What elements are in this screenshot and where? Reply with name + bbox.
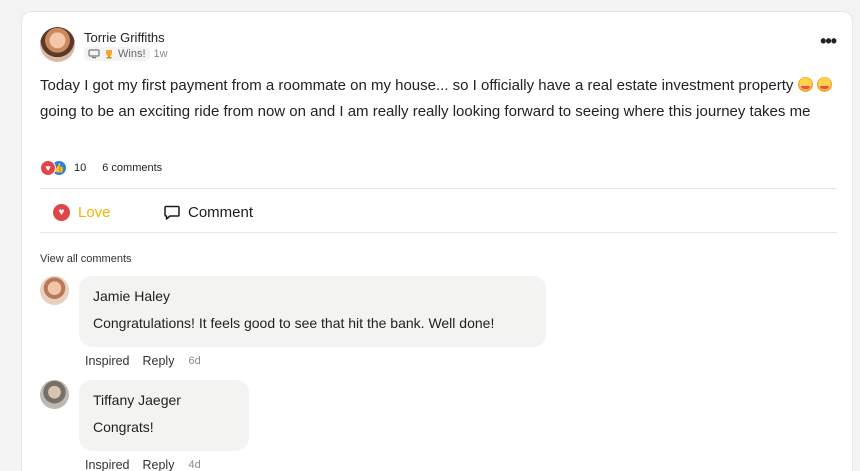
post-card: Torrie Griffiths Wins! 1w ••• Today I go… (21, 11, 853, 471)
author-avatar[interactable] (40, 27, 75, 62)
post-text: Today I got my first payment from a room… (40, 77, 794, 94)
comment-actions: Inspired Reply 6d (85, 354, 201, 368)
comment-time: 6d (188, 355, 201, 367)
monitor-icon (88, 49, 100, 59)
view-all-comments-link[interactable]: View all comments (40, 253, 132, 265)
divider (40, 188, 837, 189)
comment-author[interactable]: Tiffany Jaeger (93, 392, 235, 408)
avatar[interactable] (40, 276, 69, 305)
post-body: Today I got my first payment from a room… (40, 73, 840, 124)
comment-text: Congrats! (93, 419, 154, 435)
reply-button[interactable]: Reply (142, 354, 174, 368)
star-struck-emoji (797, 77, 813, 92)
reaction-icons: ♥ 👍 (40, 159, 68, 177)
category-chip[interactable]: Wins! (84, 47, 150, 61)
divider (40, 232, 837, 233)
comment-button[interactable]: Comment (164, 202, 253, 222)
comment-actions: Inspired Reply 4d (85, 458, 201, 471)
star-struck-emoji (816, 77, 832, 92)
comment-text: Congratulations! It feels good to see th… (93, 315, 495, 331)
reactions-summary[interactable]: ♥ 👍 10 6 comments (40, 159, 162, 177)
avatar[interactable] (40, 380, 69, 409)
reply-button[interactable]: Reply (142, 458, 174, 471)
post-text-continued: going to be an exciting ride from now on… (40, 102, 811, 120)
inspired-button[interactable]: Inspired (85, 354, 129, 368)
love-label: Love (78, 203, 111, 221)
comment-bubble: Jamie Haley Congratulations! It feels go… (79, 276, 546, 347)
more-icon[interactable]: ••• (820, 32, 837, 50)
post-time: 1w (153, 48, 168, 60)
trophy-icon (106, 50, 112, 59)
category-label: Wins! (118, 48, 146, 60)
post-author[interactable]: Torrie Griffiths (84, 30, 165, 45)
comment-icon (164, 205, 180, 220)
comment-time: 4d (188, 459, 201, 471)
love-icon: ♥ (53, 203, 70, 221)
inspired-button[interactable]: Inspired (85, 458, 129, 471)
comment-author[interactable]: Jamie Haley (93, 288, 532, 304)
post-meta: Wins! 1w (84, 46, 168, 62)
love-button[interactable]: ♥ Love (53, 202, 111, 222)
heart-reaction-icon: ♥ (40, 160, 56, 176)
comments-count[interactable]: 6 comments (102, 162, 162, 174)
comment-label: Comment (188, 203, 254, 221)
comment-bubble: Tiffany Jaeger Congrats! (79, 380, 249, 451)
reaction-count[interactable]: 10 (74, 162, 86, 174)
